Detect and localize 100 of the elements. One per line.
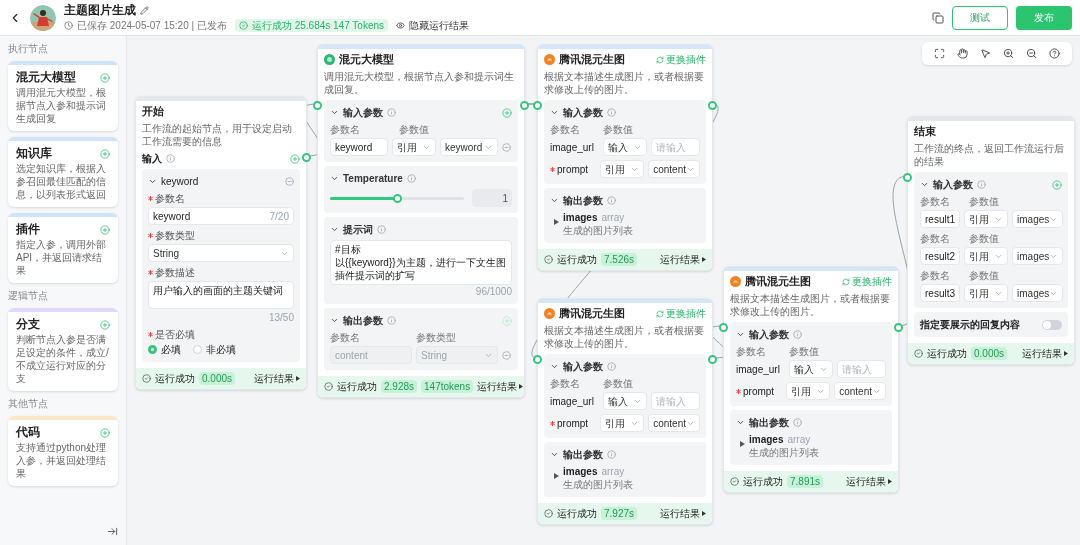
value-select[interactable]: images bbox=[1012, 210, 1064, 228]
source-select[interactable]: 输入 bbox=[789, 360, 833, 378]
help-icon[interactable] bbox=[1049, 48, 1060, 59]
column-label: 参数值 bbox=[789, 345, 820, 358]
caret-icon[interactable] bbox=[554, 473, 559, 479]
run-status-badge: 运行成功 25.684s 147 Tokens bbox=[234, 18, 388, 32]
source-select[interactable]: 输入 bbox=[603, 392, 647, 410]
toggle-switch[interactable] bbox=[1042, 319, 1062, 330]
copy-icon[interactable] bbox=[932, 11, 944, 24]
collapse-icon[interactable] bbox=[107, 526, 118, 537]
connection-handle[interactable] bbox=[533, 355, 542, 364]
caret-icon bbox=[1064, 351, 1068, 356]
value-select[interactable]: images bbox=[1012, 247, 1064, 265]
run-result-link[interactable]: 运行结果 bbox=[477, 380, 524, 393]
save-status: 已保存 2024-05-07 15:20 | 已发布 bbox=[77, 18, 227, 32]
zoom-in-icon[interactable] bbox=[1003, 48, 1014, 59]
caret-icon[interactable] bbox=[554, 219, 559, 225]
add-icon[interactable] bbox=[290, 153, 300, 164]
add-icon[interactable] bbox=[100, 319, 110, 330]
section-title: Temperature bbox=[343, 172, 403, 185]
add-icon[interactable] bbox=[100, 148, 110, 159]
add-icon[interactable] bbox=[1052, 179, 1062, 190]
add-icon[interactable] bbox=[100, 72, 110, 83]
type-select[interactable]: String bbox=[148, 244, 294, 262]
node-title: 腾讯混元生图 bbox=[745, 275, 811, 288]
run-badge: 0.000s bbox=[199, 372, 236, 385]
check-circle-icon bbox=[142, 374, 151, 383]
slider-thumb[interactable] bbox=[393, 193, 402, 203]
node-card[interactable]: 混元大模型 调用混元大模型，根据节点入参和提示词生成回复 bbox=[8, 61, 118, 131]
run-result-link[interactable]: 运行结果 bbox=[846, 475, 892, 488]
remove-icon[interactable] bbox=[285, 177, 294, 186]
add-icon[interactable] bbox=[100, 224, 110, 235]
value-field[interactable]: 请输入 bbox=[651, 392, 700, 410]
source-select[interactable]: 引用 bbox=[600, 160, 645, 178]
source-select[interactable]: 引用 bbox=[964, 284, 1008, 302]
add-icon[interactable] bbox=[100, 427, 110, 438]
connection-handle[interactable] bbox=[894, 323, 903, 332]
value-select[interactable]: content bbox=[834, 382, 886, 400]
remove-icon[interactable] bbox=[502, 350, 512, 360]
temperature-field[interactable]: 1 bbox=[472, 189, 512, 207]
source-select[interactable]: 引用 bbox=[392, 138, 436, 156]
node-card[interactable]: 代码 支持通过python处理入参，并返回处理结果 bbox=[8, 416, 118, 486]
caret-icon[interactable] bbox=[740, 441, 745, 447]
edit-icon[interactable] bbox=[140, 5, 149, 15]
fit-view-icon[interactable] bbox=[934, 48, 945, 59]
node-card[interactable]: 分支 判断节点入参是否满足设定的条件，成立/不成立运行对应的分支 bbox=[8, 308, 118, 391]
run-result-link[interactable]: 运行结果 bbox=[254, 372, 300, 385]
run-result-link[interactable]: 运行结果 bbox=[1022, 347, 1068, 360]
value-select[interactable]: content bbox=[648, 160, 700, 178]
info-icon bbox=[166, 154, 175, 163]
hide-results-link[interactable]: 隐藏运行结果 bbox=[396, 18, 469, 32]
radio-button[interactable] bbox=[193, 345, 202, 354]
param-name-field[interactable]: result1 bbox=[920, 210, 960, 228]
connection-handle[interactable] bbox=[302, 153, 311, 162]
refresh-icon bbox=[842, 277, 850, 286]
node-description: 根据文本描述生成图片，或者根据要求修改上传的图片。 bbox=[544, 324, 705, 350]
hand-icon[interactable] bbox=[957, 48, 968, 59]
connection-handle[interactable] bbox=[708, 101, 717, 110]
source-select[interactable]: 输入 bbox=[603, 138, 647, 156]
source-select[interactable]: 引用 bbox=[964, 210, 1008, 228]
connection-handle[interactable] bbox=[903, 173, 912, 182]
connection-handle[interactable] bbox=[708, 355, 717, 364]
description-field[interactable]: 用户输入的画面的主题关键词 bbox=[148, 281, 294, 309]
zoom-out-icon[interactable] bbox=[1026, 48, 1037, 59]
value-select[interactable]: keyword bbox=[440, 138, 498, 156]
source-select[interactable]: 引用 bbox=[964, 247, 1008, 265]
card-description: 指定入参，调用外部API，并返回请求结果 bbox=[16, 238, 107, 277]
prompt-field[interactable]: #目标 以{{keyword}}为主题，进行一下文生图插件提示词的扩写 bbox=[330, 240, 512, 285]
connection-handle[interactable] bbox=[719, 323, 728, 332]
run-result-link[interactable]: 运行结果 bbox=[660, 507, 706, 520]
test-button[interactable]: 测试 bbox=[952, 5, 1008, 30]
param-name-field[interactable]: result3 bbox=[920, 284, 960, 302]
param-type: array bbox=[601, 465, 625, 478]
info-icon bbox=[607, 362, 616, 371]
chevron-down-icon bbox=[550, 196, 559, 205]
info-icon bbox=[607, 450, 616, 459]
run-result-link[interactable]: 运行结果 bbox=[660, 253, 706, 266]
remove-icon[interactable] bbox=[502, 142, 512, 152]
value-field[interactable]: 请输入 bbox=[651, 138, 700, 156]
node-card[interactable]: 知识库 选定知识库，根据入参召回最佳匹配的信息，以列表形式返回 bbox=[8, 137, 118, 207]
add-icon[interactable] bbox=[502, 107, 512, 118]
value-select[interactable]: content bbox=[648, 414, 700, 432]
input-field[interactable]: keyword 7/20 bbox=[148, 207, 294, 225]
add-icon[interactable] bbox=[502, 315, 512, 326]
param-name-field[interactable]: result2 bbox=[920, 247, 960, 265]
value-field[interactable]: 请输入 bbox=[837, 360, 886, 378]
connection-handle[interactable] bbox=[313, 101, 322, 110]
node-card[interactable]: 插件 指定入参，调用外部API，并返回请求结果 bbox=[8, 213, 118, 283]
source-select[interactable]: 引用 bbox=[786, 382, 831, 400]
pointer-icon[interactable] bbox=[980, 48, 991, 59]
run-badge: 0.000s bbox=[971, 347, 1008, 360]
refresh-icon bbox=[656, 55, 664, 64]
section-title: 输出参数 bbox=[563, 194, 603, 207]
run-badge: 147tokens bbox=[421, 380, 474, 393]
slider-track[interactable] bbox=[330, 196, 464, 200]
column-label: 参数名 bbox=[920, 269, 951, 282]
radio-button[interactable] bbox=[148, 345, 157, 354]
source-select[interactable]: 引用 bbox=[600, 414, 645, 432]
param-name-field[interactable]: keyword bbox=[330, 138, 388, 156]
value-select[interactable]: images bbox=[1012, 284, 1064, 302]
